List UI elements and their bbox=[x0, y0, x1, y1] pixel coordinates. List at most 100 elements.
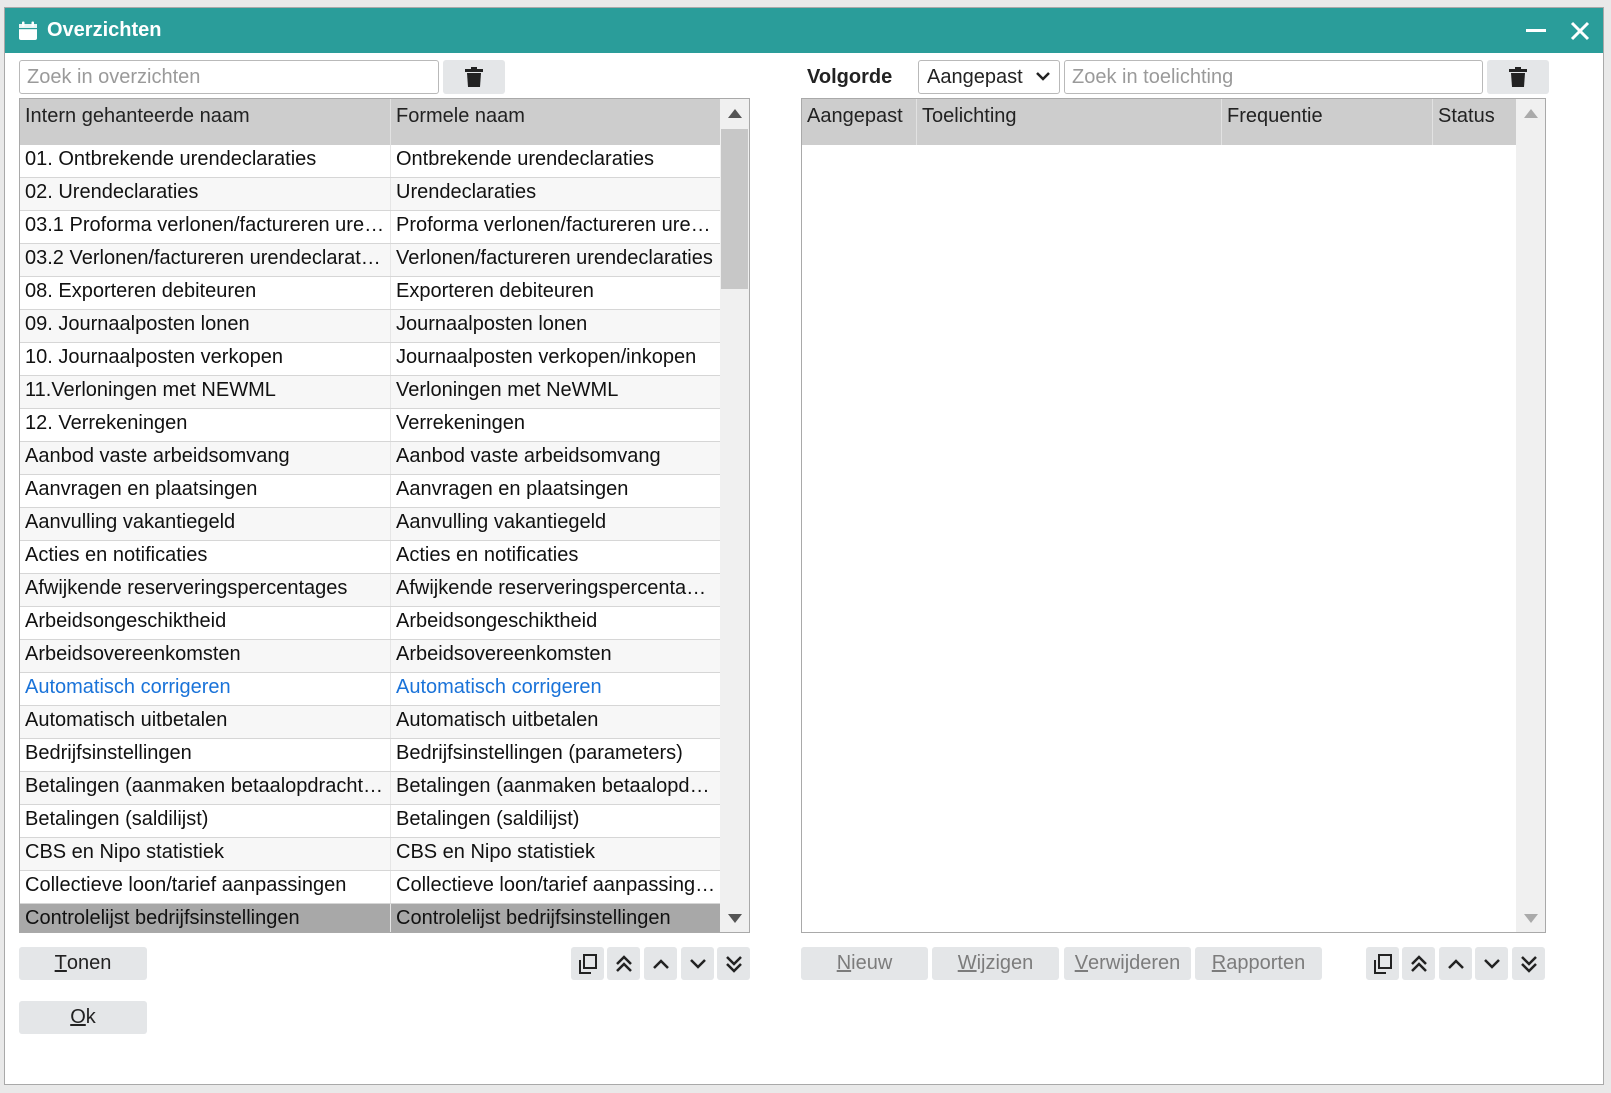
clear-search-button[interactable] bbox=[443, 60, 505, 94]
grid-header: Intern gehanteerde naam Formele naam bbox=[20, 99, 722, 145]
table-row[interactable]: Controlelijst bedrijfsinstellingen Contro… bbox=[20, 904, 722, 932]
cell-intern-naam: Collectieve loon/tarief aanpassingen bbox=[20, 871, 391, 903]
table-row[interactable]: 12. Verrekeningen Verrekeningen bbox=[20, 409, 722, 442]
copy-button[interactable] bbox=[1366, 947, 1399, 980]
move-top-icon bbox=[1410, 954, 1427, 972]
scroll-up-icon bbox=[727, 108, 742, 118]
table-row[interactable]: 10. Journaalposten verkopen Journaalposte… bbox=[20, 343, 722, 376]
ok-button[interactable]: Ok bbox=[19, 1001, 147, 1034]
table-row[interactable]: 02. Urendeclaraties Urendeclaraties bbox=[20, 178, 722, 211]
move-up-icon bbox=[1447, 958, 1464, 969]
cell-intern-naam: Betalingen (saldilijst) bbox=[20, 805, 391, 837]
scroll-down-button[interactable] bbox=[1516, 904, 1545, 932]
table-row[interactable]: Aanvragen en plaatsingen Aanvragen en pla… bbox=[20, 475, 722, 508]
table-row[interactable]: Betalingen (aanmaken betaalopdrachten) Be… bbox=[20, 772, 722, 805]
tonen-button[interactable]: Tonen bbox=[19, 947, 147, 980]
cell-intern-naam: 09. Journaalposten lonen bbox=[20, 310, 391, 342]
cell-formele-naam: Urendeclaraties bbox=[391, 178, 722, 210]
cell-formele-naam: Bedrijfsinstellingen (parameters) bbox=[391, 739, 722, 771]
table-row[interactable]: Arbeidsovereenkomsten Arbeidsovereenkomst… bbox=[20, 640, 722, 673]
table-row[interactable]: Automatisch uitbetalen Automatisch uitbet… bbox=[20, 706, 722, 739]
column-header-toelichting[interactable]: Toelichting bbox=[917, 99, 1222, 145]
table-row[interactable]: CBS en Nipo statistiek CBS en Nipo statis… bbox=[20, 838, 722, 871]
cell-formele-naam: Automatisch uitbetalen bbox=[391, 706, 722, 738]
nieuw-label: ieuw bbox=[851, 952, 893, 974]
overzichten-grid: Intern gehanteerde naam Formele naam 01.… bbox=[19, 98, 750, 933]
volgorde-value: Aangepast bbox=[927, 66, 1023, 88]
right-scrollbar[interactable] bbox=[1516, 99, 1545, 932]
cell-formele-naam: Verloningen met NeWML bbox=[391, 376, 722, 408]
trash-icon bbox=[1509, 67, 1527, 87]
cell-intern-naam: 10. Journaalposten verkopen bbox=[20, 343, 391, 375]
scroll-down-icon bbox=[1523, 913, 1538, 923]
close-button[interactable] bbox=[1565, 16, 1595, 46]
move-up-button[interactable] bbox=[644, 947, 677, 980]
column-header-aangepast[interactable]: Aangepast bbox=[802, 99, 917, 145]
minimize-button[interactable] bbox=[1521, 16, 1551, 46]
calendar-icon bbox=[19, 21, 37, 40]
move-top-button[interactable] bbox=[607, 947, 640, 980]
column-header-intern[interactable]: Intern gehanteerde naam bbox=[20, 99, 391, 145]
cell-formele-naam: Afwijkende reserveringspercentages bbox=[391, 574, 722, 606]
move-down-button[interactable] bbox=[1475, 947, 1508, 980]
clear-toelichting-button[interactable] bbox=[1487, 60, 1549, 94]
cell-formele-naam: Collectieve loon/tarief aanpassingen bbox=[391, 871, 722, 903]
minimize-icon bbox=[1526, 29, 1546, 32]
cell-formele-naam: Verlonen/factureren urendeclaraties bbox=[391, 244, 722, 276]
move-up-icon bbox=[652, 958, 669, 969]
move-bottom-button[interactable] bbox=[1512, 947, 1545, 980]
scroll-up-button[interactable] bbox=[720, 99, 749, 127]
table-row[interactable]: Automatisch corrigeren Automatisch corrig… bbox=[20, 673, 722, 706]
column-header-frequentie[interactable]: Frequentie bbox=[1222, 99, 1433, 145]
table-row[interactable]: 11.Verloningen met NEWML Verloningen met … bbox=[20, 376, 722, 409]
cell-intern-naam: CBS en Nipo statistiek bbox=[20, 838, 391, 870]
cell-formele-naam: Verrekeningen bbox=[391, 409, 722, 441]
move-bottom-button[interactable] bbox=[717, 947, 750, 980]
table-row[interactable]: 08. Exporteren debiteuren Exporteren debi… bbox=[20, 277, 722, 310]
move-down-button[interactable] bbox=[681, 947, 714, 980]
ok-label: k bbox=[85, 1006, 96, 1028]
cell-formele-naam: Aanbod vaste arbeidsomvang bbox=[391, 442, 722, 474]
left-scrollbar[interactable] bbox=[720, 99, 749, 932]
volgorde-select[interactable]: Aangepast bbox=[918, 60, 1060, 94]
column-header-status[interactable]: Status bbox=[1433, 99, 1518, 145]
move-up-button[interactable] bbox=[1439, 947, 1472, 980]
table-row[interactable]: Afwijkende reserveringspercentages Afwijk… bbox=[20, 574, 722, 607]
cell-intern-naam: Bedrijfsinstellingen bbox=[20, 739, 391, 771]
table-row[interactable]: Collectieve loon/tarief aanpassingen Coll… bbox=[20, 871, 722, 904]
wijzigen-button[interactable]: Wijzigen bbox=[932, 947, 1059, 980]
copy-button[interactable] bbox=[571, 947, 604, 980]
scrollbar-thumb[interactable] bbox=[721, 129, 748, 289]
verwijderen-button[interactable]: Verwijderen bbox=[1064, 947, 1191, 980]
toelichting-grid-header: Aangepast Toelichting Frequentie Status bbox=[802, 99, 1518, 145]
nieuw-button[interactable]: Nieuw bbox=[801, 947, 928, 980]
table-row[interactable]: 01. Ontbrekende urendeclaraties Ontbreken… bbox=[20, 145, 722, 178]
table-row[interactable]: 03.2 Verlonen/factureren urendeclaraties… bbox=[20, 244, 722, 277]
move-down-icon bbox=[689, 958, 706, 969]
cell-intern-naam: 12. Verrekeningen bbox=[20, 409, 391, 441]
table-row[interactable]: Bedrijfsinstellingen Bedrijfsinstellingen… bbox=[20, 739, 722, 772]
rapporten-button[interactable]: Rapporten bbox=[1195, 947, 1322, 980]
table-row[interactable]: 09. Journaalposten lonen Journaalposten l… bbox=[20, 310, 722, 343]
move-top-button[interactable] bbox=[1402, 947, 1435, 980]
wijzigen-accesskey: W bbox=[957, 952, 977, 974]
table-row[interactable]: Arbeidsongeschiktheid Arbeidsongeschikthe… bbox=[20, 607, 722, 640]
cell-formele-naam: Aanvragen en plaatsingen bbox=[391, 475, 722, 507]
scroll-up-button[interactable] bbox=[1516, 99, 1545, 127]
cell-intern-naam: Automatisch corrigeren bbox=[20, 673, 391, 705]
cell-formele-naam: Ontbrekende urendeclaraties bbox=[391, 145, 722, 177]
table-row[interactable]: 03.1 Proforma verlonen/factureren uren… P… bbox=[20, 211, 722, 244]
cell-intern-naam: 02. Urendeclaraties bbox=[20, 178, 391, 210]
cell-formele-naam: Journaalposten lonen bbox=[391, 310, 722, 342]
table-row[interactable]: Aanvulling vakantiegeld Aanvulling vakant… bbox=[20, 508, 722, 541]
search-toelichting-input[interactable] bbox=[1064, 60, 1483, 94]
rapporten-label: apporten bbox=[1226, 952, 1306, 974]
column-header-formeel[interactable]: Formele naam bbox=[391, 99, 722, 145]
scroll-down-button[interactable] bbox=[720, 904, 749, 932]
table-row[interactable]: Aanbod vaste arbeidsomvang Aanbod vaste a… bbox=[20, 442, 722, 475]
search-overzichten-input[interactable] bbox=[19, 60, 439, 94]
cell-formele-naam: Proforma verlonen/factureren uren… bbox=[391, 211, 722, 243]
cell-intern-naam: Automatisch uitbetalen bbox=[20, 706, 391, 738]
table-row[interactable]: Betalingen (saldilijst) Betalingen (saldi… bbox=[20, 805, 722, 838]
table-row[interactable]: Acties en notificaties Acties en notifica… bbox=[20, 541, 722, 574]
